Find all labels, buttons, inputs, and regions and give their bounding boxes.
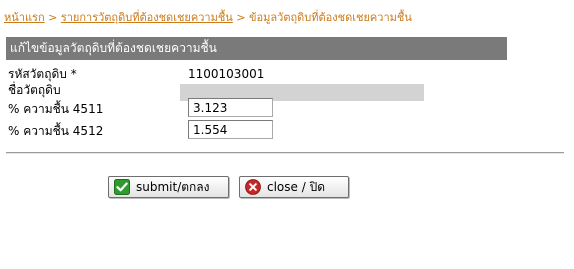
moisture-4511-label: % ความชื้น 4511 <box>8 102 104 116</box>
breadcrumb-separator: > <box>48 11 58 24</box>
submit-button-label: submit/ตกลง <box>136 179 210 194</box>
check-icon <box>114 179 130 195</box>
close-button-label: close / ปิด <box>267 179 325 194</box>
breadcrumb: หน้าแรก > รายการวัตถุดิบที่ต้องชดเชยความ… <box>4 8 412 26</box>
breadcrumb-home-link[interactable]: หน้าแรก <box>4 11 45 24</box>
moisture-4512-input[interactable] <box>188 120 273 139</box>
breadcrumb-current: ข้อมูลวัตถุดิบที่ต้องชดเชยความชื้น <box>249 11 412 24</box>
submit-button[interactable]: submit/ตกลง <box>108 176 229 198</box>
moisture-4512-label: % ความชื้น 4512 <box>8 124 104 138</box>
breadcrumb-list-link[interactable]: รายการวัตถุดิบที่ต้องชดเชยความชื้น <box>61 11 233 24</box>
moisture-4511-input[interactable] <box>188 98 273 117</box>
material-code-value: 1100103001 <box>188 67 265 81</box>
divider <box>6 152 564 154</box>
section-title: แก้ไขข้อมูลวัตถุดิบที่ต้องชดเชยความชื้น <box>6 37 507 60</box>
close-circle-icon <box>245 179 261 195</box>
material-name-label: ชื่อวัตถุดิบ <box>8 83 61 97</box>
close-button[interactable]: close / ปิด <box>239 176 349 198</box>
breadcrumb-separator: > <box>236 11 246 24</box>
